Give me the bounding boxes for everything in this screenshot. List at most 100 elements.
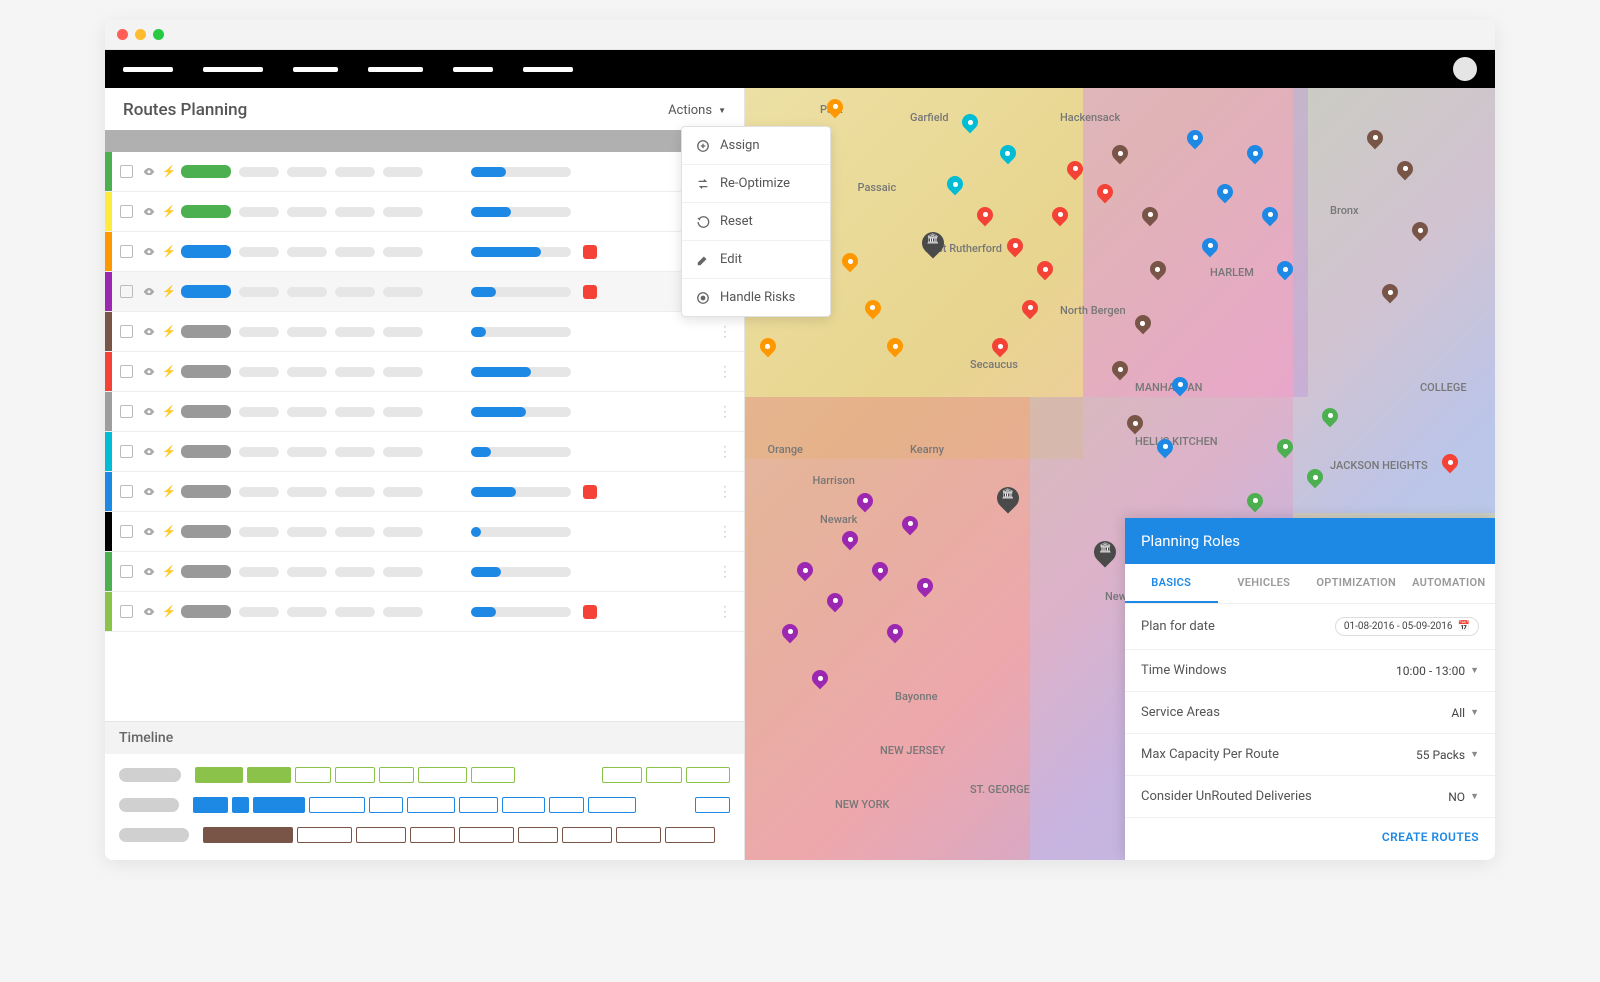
map-pin[interactable] <box>842 531 858 551</box>
map-pin[interactable] <box>1442 454 1458 474</box>
timeline-block[interactable] <box>471 767 515 783</box>
map-pin[interactable] <box>1247 493 1263 513</box>
timeline-block[interactable] <box>549 797 584 813</box>
map-pin[interactable] <box>1037 261 1053 281</box>
nav-item[interactable] <box>293 67 338 72</box>
map-pin[interactable] <box>1172 377 1188 397</box>
tab-optimization[interactable]: OPTIMIZATION <box>1310 564 1403 603</box>
create-routes-button[interactable]: CREATE ROUTES <box>1382 830 1479 844</box>
map-pin[interactable] <box>1187 130 1203 150</box>
route-row[interactable]: ⚡ ⋮ <box>105 472 744 512</box>
map-pin[interactable] <box>1157 439 1173 459</box>
nav-item[interactable] <box>368 67 423 72</box>
route-checkbox[interactable] <box>120 325 133 338</box>
flash-icon[interactable]: ⚡ <box>161 525 177 538</box>
window-close-icon[interactable] <box>117 29 128 40</box>
row-menu-icon[interactable]: ⋮ <box>718 404 732 420</box>
avatar[interactable] <box>1453 57 1477 81</box>
map-pin[interactable] <box>1142 207 1158 227</box>
route-checkbox[interactable] <box>120 245 133 258</box>
nav-item[interactable] <box>523 67 573 72</box>
timeline-block[interactable] <box>695 797 730 813</box>
field-value[interactable]: All ▼ <box>1451 706 1479 720</box>
visibility-icon[interactable] <box>141 168 157 176</box>
timeline-block[interactable] <box>297 827 352 843</box>
route-row[interactable]: ⚡ ⋮ <box>105 352 744 392</box>
field-value[interactable]: NO ▼ <box>1448 790 1479 804</box>
map-pin[interactable] <box>977 207 993 227</box>
map-pin[interactable] <box>1067 161 1083 181</box>
map-pin[interactable] <box>1307 469 1323 489</box>
map-pin[interactable] <box>872 562 888 582</box>
action-risks[interactable]: Handle Risks <box>682 279 830 316</box>
map-pin[interactable] <box>947 176 963 196</box>
tab-vehicles[interactable]: VEHICLES <box>1218 564 1311 603</box>
map-pin[interactable] <box>1202 238 1218 258</box>
flash-icon[interactable]: ⚡ <box>161 605 177 618</box>
timeline-block[interactable] <box>665 827 715 843</box>
depot-pin[interactable] <box>997 487 1019 513</box>
map-pin[interactable] <box>887 338 903 358</box>
map-pin[interactable] <box>1135 315 1151 335</box>
row-menu-icon[interactable]: ⋮ <box>718 604 732 620</box>
row-menu-icon[interactable]: ⋮ <box>718 524 732 540</box>
flash-icon[interactable]: ⚡ <box>161 325 177 338</box>
route-row[interactable]: ⚡ ⋮ <box>105 192 744 232</box>
flash-icon[interactable]: ⚡ <box>161 445 177 458</box>
timeline-block[interactable] <box>369 797 404 813</box>
action-reoptimize[interactable]: Re-Optimize <box>682 165 830 203</box>
window-minimize-icon[interactable] <box>135 29 146 40</box>
row-menu-icon[interactable]: ⋮ <box>718 364 732 380</box>
depot-pin[interactable] <box>1094 541 1116 567</box>
tab-basics[interactable]: BASICS <box>1125 564 1218 603</box>
map-pin[interactable] <box>917 578 933 598</box>
flash-icon[interactable]: ⚡ <box>161 565 177 578</box>
timeline-block[interactable] <box>418 767 467 783</box>
visibility-icon[interactable] <box>141 528 157 536</box>
map-pin[interactable] <box>1112 361 1128 381</box>
timeline-block[interactable] <box>193 797 227 813</box>
timeline-block[interactable] <box>253 797 305 813</box>
route-checkbox[interactable] <box>120 525 133 538</box>
map-pin[interactable] <box>1277 261 1293 281</box>
map-pin[interactable] <box>1112 145 1128 165</box>
window-maximize-icon[interactable] <box>153 29 164 40</box>
route-row[interactable]: ⚡ ⋮ <box>105 552 744 592</box>
field-value[interactable]: 10:00 - 13:00 ▼ <box>1396 664 1479 678</box>
map-pin[interactable] <box>1322 408 1338 428</box>
map-pin[interactable] <box>1262 207 1278 227</box>
nav-item[interactable] <box>203 67 263 72</box>
actions-button[interactable]: Actions <box>668 103 726 118</box>
visibility-icon[interactable] <box>141 568 157 576</box>
map-pin[interactable] <box>902 516 918 536</box>
route-checkbox[interactable] <box>120 405 133 418</box>
timeline-block[interactable] <box>459 827 514 843</box>
route-row[interactable]: ⚡ ⋮ <box>105 312 744 352</box>
visibility-icon[interactable] <box>141 448 157 456</box>
map-pin[interactable] <box>887 624 903 644</box>
nav-item[interactable] <box>123 67 173 72</box>
route-row[interactable]: ⚡ ⋮ <box>105 392 744 432</box>
map-pin[interactable] <box>812 670 828 690</box>
row-menu-icon[interactable]: ⋮ <box>718 444 732 460</box>
depot-pin[interactable] <box>922 232 944 258</box>
map-pin[interactable] <box>1412 222 1428 242</box>
row-menu-icon[interactable]: ⋮ <box>718 484 732 500</box>
timeline-block[interactable] <box>356 827 406 843</box>
flash-icon[interactable]: ⚡ <box>161 285 177 298</box>
row-menu-icon[interactable]: ⋮ <box>718 324 732 340</box>
route-row[interactable]: ⚡ ⋮ <box>105 592 744 632</box>
map-pin[interactable] <box>1247 145 1263 165</box>
timeline-block[interactable] <box>203 827 293 843</box>
flash-icon[interactable]: ⚡ <box>161 365 177 378</box>
map-pin[interactable] <box>992 338 1008 358</box>
timeline-block[interactable] <box>195 767 243 783</box>
timeline-block[interactable] <box>502 797 545 813</box>
visibility-icon[interactable] <box>141 288 157 296</box>
action-reset[interactable]: Reset <box>682 203 830 241</box>
timeline-block[interactable] <box>379 767 414 783</box>
tab-automation[interactable]: AUTOMATION <box>1403 564 1496 603</box>
field-value[interactable]: 55 Packs ▼ <box>1416 748 1479 762</box>
map-pin[interactable] <box>1022 300 1038 320</box>
map-pin[interactable] <box>1382 284 1398 304</box>
